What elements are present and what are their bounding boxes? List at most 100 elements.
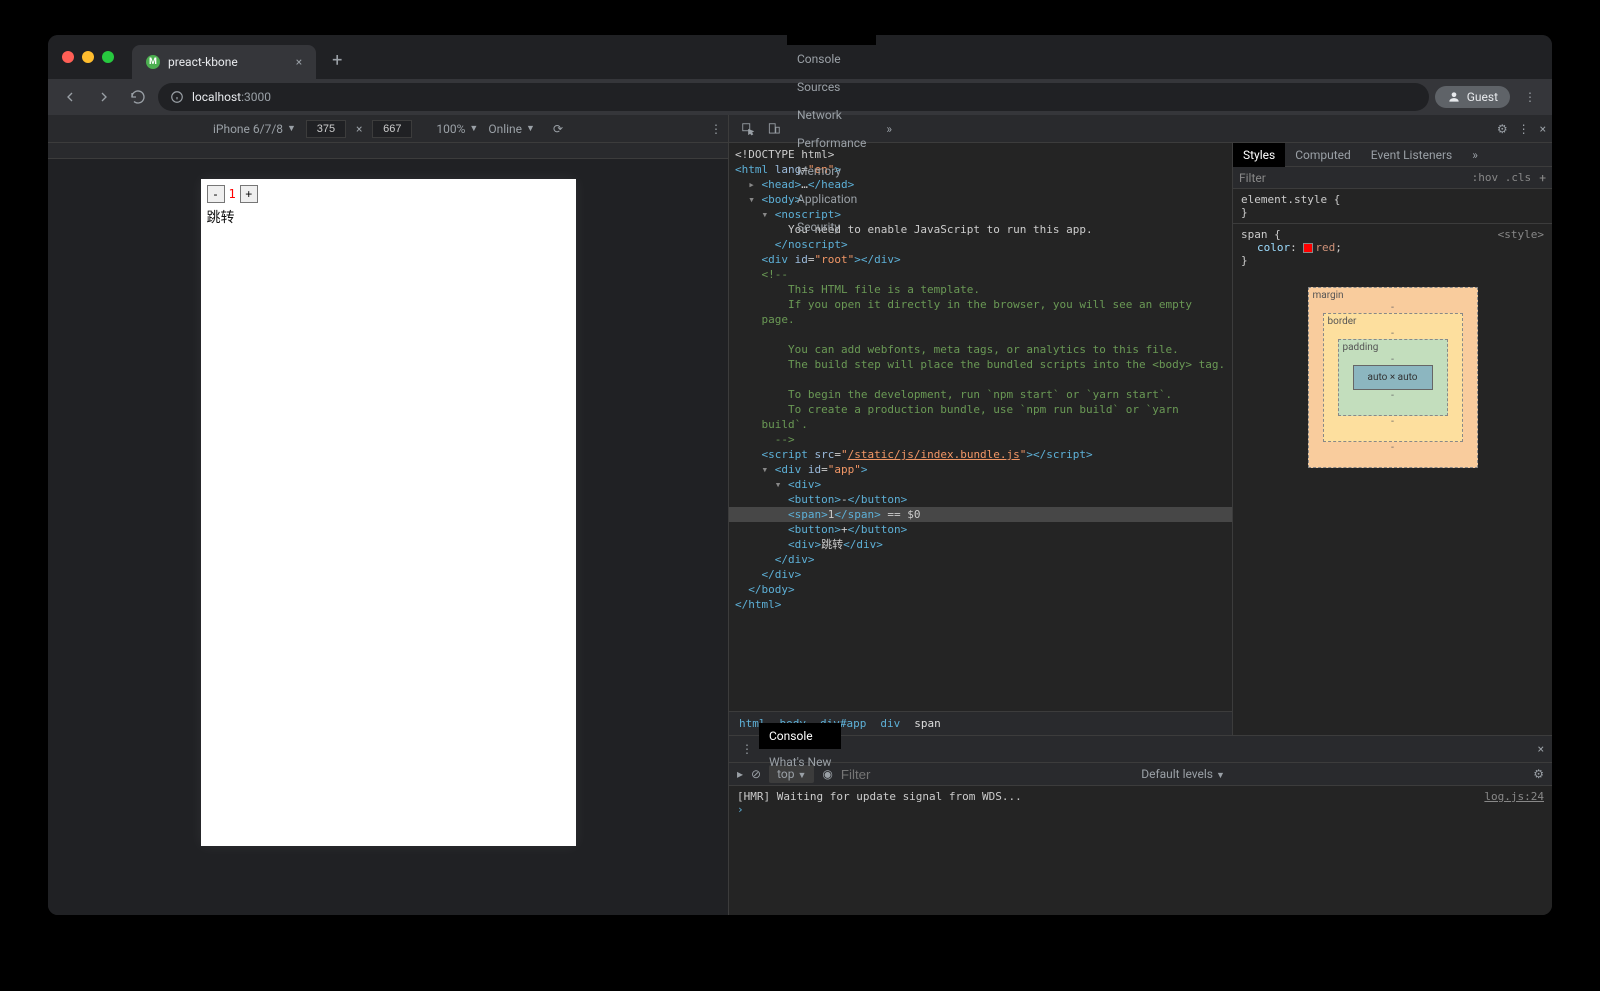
dom-node[interactable]: To create a production bundle, use `npm … <box>729 402 1232 417</box>
log-source-link[interactable]: log.js:24 <box>1484 790 1544 803</box>
height-input[interactable] <box>372 120 412 138</box>
profile-button[interactable]: Guest <box>1435 86 1510 108</box>
device-menu-button[interactable]: ⋮ <box>710 122 722 136</box>
devtools-tab-sources[interactable]: Sources <box>787 73 876 101</box>
styles-filter-bar: Filter :hov .cls + <box>1233 167 1552 189</box>
url-port: :3000 <box>241 90 271 104</box>
styles-hov-cls[interactable]: :hov .cls <box>1472 171 1532 184</box>
dom-node[interactable]: </div> <box>729 552 1232 567</box>
forward-button[interactable] <box>90 83 118 111</box>
console-sidebar-icon[interactable]: ▸ <box>737 767 743 781</box>
styles-new-rule-button[interactable]: + <box>1539 171 1546 185</box>
drawer-tab-console[interactable]: Console <box>759 723 841 749</box>
devtools-menu-button[interactable]: ⋮ <box>1518 122 1530 136</box>
devtools-tabs-more[interactable]: » <box>876 115 902 143</box>
maximize-window-icon[interactable] <box>102 51 114 63</box>
dom-node[interactable]: The build step will place the bundled sc… <box>729 357 1232 372</box>
dom-node[interactable] <box>729 327 1232 342</box>
crumb-span[interactable]: span <box>914 717 941 730</box>
devtools-tab-performance[interactable]: Performance <box>787 129 876 157</box>
nav-link[interactable]: 跳转 <box>207 207 570 227</box>
workspace: iPhone 6/7/8 ▼ × 100% ▼ Online ▼ ⟳ ⋮ - 1… <box>48 115 1552 915</box>
dom-node[interactable]: page. <box>729 312 1232 327</box>
styles-tabs-more[interactable]: » <box>1462 143 1488 167</box>
console-output[interactable]: [HMR] Waiting for update signal from WDS… <box>729 786 1552 915</box>
rotate-icon[interactable]: ⟳ <box>553 122 563 136</box>
styles-tabs: StylesComputedEvent Listeners» <box>1233 143 1552 167</box>
window-controls <box>62 51 114 63</box>
devtools-tab-memory[interactable]: Memory <box>787 157 876 185</box>
decrement-button[interactable]: - <box>207 185 225 203</box>
dom-node[interactable]: </body> <box>729 582 1232 597</box>
crumb-div[interactable]: div <box>880 717 900 730</box>
dom-node[interactable] <box>729 372 1232 387</box>
console-prompt[interactable]: › <box>737 803 744 816</box>
console-log-line: [HMR] Waiting for update signal from WDS… <box>737 790 1544 803</box>
dom-node[interactable]: <button>+</button> <box>729 522 1232 537</box>
span-rule: span { <style> <box>1241 228 1544 241</box>
devtools-close-button[interactable]: × <box>1540 122 1546 136</box>
dom-node[interactable]: build`. <box>729 417 1232 432</box>
close-tab-icon[interactable]: × <box>296 55 302 69</box>
styles-filter-input[interactable]: Filter <box>1239 171 1266 185</box>
devtools-tab-elements[interactable]: Elements <box>787 35 876 45</box>
devtools-tab-network[interactable]: Network <box>787 101 876 129</box>
dom-node[interactable]: </div> <box>729 567 1232 582</box>
styles-tab-computed[interactable]: Computed <box>1285 143 1361 167</box>
dom-node[interactable]: ▾ <div id="app"> <box>729 462 1232 477</box>
styles-tab-event-listeners[interactable]: Event Listeners <box>1361 143 1462 167</box>
minimize-window-icon[interactable] <box>82 51 94 63</box>
drawer-tab-what-s-new[interactable]: What's New <box>759 749 841 775</box>
throttle-select[interactable]: Online ▼ <box>488 122 535 136</box>
zoom-select[interactable]: 100% ▼ <box>436 122 478 136</box>
styles-tab-styles[interactable]: Styles <box>1233 143 1285 167</box>
device-mode-pane: iPhone 6/7/8 ▼ × 100% ▼ Online ▼ ⟳ ⋮ - 1… <box>48 115 728 915</box>
counter-row: - 1 + <box>207 185 570 203</box>
dom-node[interactable]: <script src="/static/js/index.bundle.js"… <box>729 447 1232 462</box>
dom-node[interactable]: ▾ <div> <box>729 477 1232 492</box>
dom-node[interactable]: </html> <box>729 597 1232 612</box>
device-toolbar: iPhone 6/7/8 ▼ × 100% ▼ Online ▼ ⟳ ⋮ <box>48 115 728 143</box>
devtools-tab-console[interactable]: Console <box>787 45 876 73</box>
dom-node[interactable]: <div>跳转</div> <box>729 537 1232 552</box>
devtools-tab-security[interactable]: Security <box>787 213 876 241</box>
browser-window: M preact-kbone × + localhost:3000 Guest … <box>48 35 1552 915</box>
console-filter-input[interactable] <box>841 767 1133 782</box>
dom-node[interactable]: <div id="root"></div> <box>729 252 1232 267</box>
close-window-icon[interactable] <box>62 51 74 63</box>
color-swatch-icon[interactable] <box>1303 243 1313 253</box>
reload-button[interactable] <box>124 83 152 111</box>
dom-node[interactable]: <button>-</button> <box>729 492 1232 507</box>
inspect-icon[interactable] <box>735 122 761 136</box>
dom-node[interactable]: --> <box>729 432 1232 447</box>
counter-value: 1 <box>227 187 238 201</box>
dom-node[interactable]: You can add webfonts, meta tags, or anal… <box>729 342 1232 357</box>
devtools-tab-application[interactable]: Application <box>787 185 876 213</box>
width-input[interactable] <box>306 120 346 138</box>
browser-tab[interactable]: M preact-kbone × <box>132 45 316 79</box>
back-button[interactable] <box>56 83 84 111</box>
increment-button[interactable]: + <box>240 185 258 203</box>
device-mode-icon[interactable] <box>761 122 787 136</box>
device-select[interactable]: iPhone 6/7/8 ▼ <box>213 122 296 136</box>
dom-node[interactable]: If you open it directly in the browser, … <box>729 297 1232 312</box>
devtools-tabs: ElementsConsoleSourcesNetworkPerformance… <box>729 115 1552 143</box>
settings-icon[interactable]: ⚙ <box>1497 122 1508 136</box>
drawer-close-button[interactable]: × <box>1538 742 1544 756</box>
dom-node[interactable]: <span>1</span> == $0 <box>729 507 1232 522</box>
console-settings-icon[interactable]: ⚙ <box>1533 767 1544 781</box>
console-toolbar: ▸ ⊘ top ▼ ◉ Default levels ▼ ⚙ <box>729 762 1552 786</box>
styles-sidebar: StylesComputedEvent Listeners» Filter :h… <box>1232 143 1552 735</box>
dom-node[interactable]: This HTML file is a template. <box>729 282 1232 297</box>
element-style-rule: element.style { <box>1241 193 1544 206</box>
box-model[interactable]: margin- border- padding- auto × auto - -… <box>1308 287 1478 468</box>
dom-node[interactable]: To begin the development, run `npm start… <box>729 387 1232 402</box>
log-levels-select[interactable]: Default levels ▼ <box>1141 767 1225 781</box>
style-rules[interactable]: element.style { } span { <style> color: … <box>1233 189 1552 271</box>
new-tab-button[interactable]: + <box>332 44 342 71</box>
guest-label: Guest <box>1467 90 1498 104</box>
drawer-menu-button[interactable]: ⋮ <box>735 742 759 756</box>
browser-menu-button[interactable]: ⋮ <box>1516 90 1544 104</box>
url-host: localhost <box>192 90 241 104</box>
dom-node[interactable]: <!-- <box>729 267 1232 282</box>
